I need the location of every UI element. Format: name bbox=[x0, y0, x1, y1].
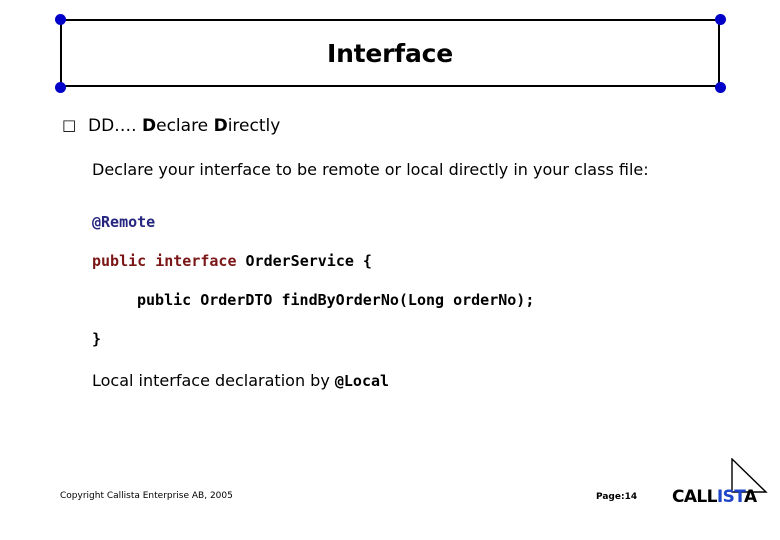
code-line-3: public OrderDTO findByOrderNo(Long order… bbox=[92, 293, 722, 308]
outro-paragraph: Local interface declaration by @Local bbox=[62, 371, 722, 390]
outro-text: Local interface declaration by bbox=[92, 371, 335, 391]
bullet-word-2: irectly bbox=[227, 116, 281, 136]
bullet-item-label: DD…. Declare Directly bbox=[88, 116, 280, 136]
footer-copyright: Copyright Callista Enterprise AB, 2005 bbox=[60, 491, 233, 501]
code-method-signature: public OrderDTO findByOrderNo(Long order… bbox=[137, 291, 535, 310]
page-title: Interface bbox=[326, 38, 454, 68]
body-placeholder: □ DD…. Declare Directly Declare your int… bbox=[62, 116, 722, 406]
code-closing-brace: } bbox=[92, 330, 102, 349]
callista-wordmark: CALLISTA bbox=[672, 489, 757, 506]
selection-handle-bottom-left[interactable] bbox=[54, 81, 66, 93]
code-keyword-public-interface: public interface bbox=[92, 252, 246, 271]
code-line-4: } bbox=[92, 332, 722, 347]
code-annotation-remote: @Remote bbox=[92, 213, 156, 232]
selection-handle-top-right[interactable] bbox=[714, 13, 726, 25]
title-placeholder[interactable]: Interface bbox=[60, 19, 720, 87]
code-type-orderservice: OrderService { bbox=[245, 252, 372, 271]
slide-canvas: Interface □ DD…. Declare Directly Declar… bbox=[0, 0, 780, 540]
logo-text-call: CALL bbox=[672, 487, 718, 507]
outro-code-local: @Local bbox=[334, 372, 390, 391]
bullet-bold-d-2: D bbox=[213, 116, 228, 136]
bullet-word-1: eclare bbox=[156, 116, 214, 136]
bullet-bold-d-1: D bbox=[142, 116, 157, 136]
code-line-2: public interface OrderService { bbox=[92, 254, 722, 269]
intro-paragraph: Declare your interface to be remote or l… bbox=[92, 160, 649, 180]
code-block: @Remote public interface OrderService { … bbox=[62, 215, 722, 347]
bullet-prefix: DD…. bbox=[88, 116, 142, 136]
bullet-item: □ DD…. Declare Directly bbox=[62, 116, 722, 136]
square-bullet-icon: □ bbox=[62, 116, 77, 134]
selection-handle-top-left[interactable] bbox=[54, 13, 66, 25]
logo-text-ist: IST bbox=[716, 487, 745, 507]
selection-handle-bottom-right[interactable] bbox=[714, 81, 726, 93]
callista-logo: CALLISTA bbox=[672, 458, 774, 508]
footer-page-number: Page:14 bbox=[596, 492, 638, 502]
logo-text-a: A bbox=[743, 487, 757, 507]
code-line-1: @Remote bbox=[92, 215, 722, 230]
